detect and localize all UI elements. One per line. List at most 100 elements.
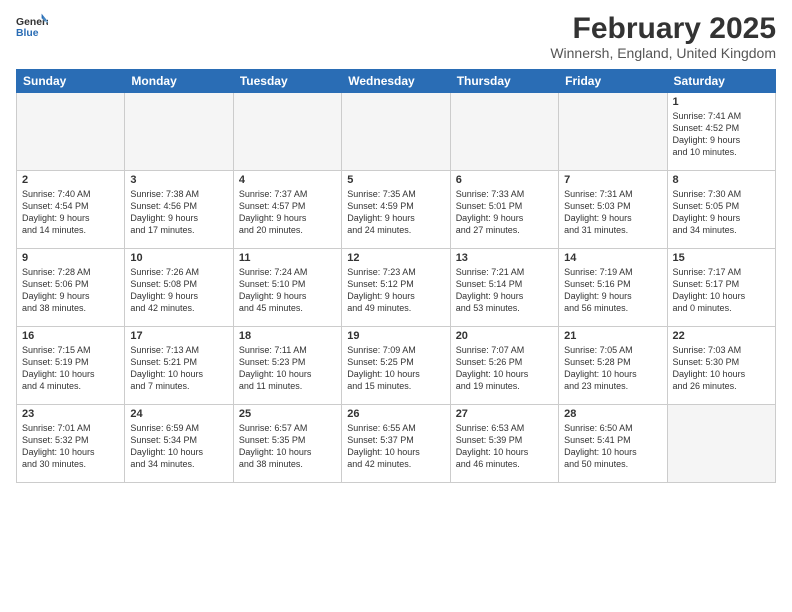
day-info: Sunrise: 7:11 AM Sunset: 5:23 PM Dayligh… [239,344,336,393]
calendar-week-2: 9 Sunrise: 7:28 AM Sunset: 5:06 PM Daylig… [17,249,776,327]
calendar-cell: 7 Sunrise: 7:31 AM Sunset: 5:03 PM Daylig… [559,171,667,249]
day-info: Sunrise: 6:50 AM Sunset: 5:41 PM Dayligh… [564,422,661,471]
day-info: Sunrise: 7:28 AM Sunset: 5:06 PM Dayligh… [22,266,119,315]
day-info: Sunrise: 7:09 AM Sunset: 5:25 PM Dayligh… [347,344,444,393]
col-sunday: Sunday [17,70,125,93]
day-number: 5 [347,174,444,186]
day-number: 10 [130,252,227,264]
day-info: Sunrise: 7:33 AM Sunset: 5:01 PM Dayligh… [456,188,553,237]
calendar-cell: 27Sunrise: 6:53 AM Sunset: 5:39 PM Dayli… [450,405,558,483]
calendar-cell: 5 Sunrise: 7:35 AM Sunset: 4:59 PM Daylig… [342,171,450,249]
calendar-cell [233,93,341,171]
day-number: 13 [456,252,553,264]
day-info: Sunrise: 7:31 AM Sunset: 5:03 PM Dayligh… [564,188,661,237]
day-info: Sunrise: 7:05 AM Sunset: 5:28 PM Dayligh… [564,344,661,393]
calendar-header-row: Sunday Monday Tuesday Wednesday Thursday… [17,70,776,93]
day-number: 7 [564,174,661,186]
day-info: Sunrise: 7:40 AM Sunset: 4:54 PM Dayligh… [22,188,119,237]
logo-icon: General Blue [16,12,48,40]
day-number: 22 [673,330,770,342]
logo: General Blue [16,12,48,40]
day-info: Sunrise: 7:21 AM Sunset: 5:14 PM Dayligh… [456,266,553,315]
day-number: 20 [456,330,553,342]
calendar-cell: 23 Sunrise: 7:01 AM Sunset: 5:32 PM Dayli… [17,405,125,483]
day-number: 27 [456,408,553,420]
day-number: 8 [673,174,770,186]
calendar-cell: 24 Sunrise: 6:59 AM Sunset: 5:34 PM Dayli… [125,405,233,483]
calendar-cell: 8 Sunrise: 7:30 AM Sunset: 5:05 PM Daylig… [667,171,775,249]
day-number: 25 [239,408,336,420]
calendar-cell: 3 Sunrise: 7:38 AM Sunset: 4:56 PM Daylig… [125,171,233,249]
calendar: Sunday Monday Tuesday Wednesday Thursday… [16,69,776,483]
day-info: Sunrise: 7:23 AM Sunset: 5:12 PM Dayligh… [347,266,444,315]
calendar-cell: 2 Sunrise: 7:40 AM Sunset: 4:54 PM Daylig… [17,171,125,249]
calendar-cell: 13 Sunrise: 7:21 AM Sunset: 5:14 PM Dayli… [450,249,558,327]
day-number: 12 [347,252,444,264]
day-number: 17 [130,330,227,342]
day-number: 4 [239,174,336,186]
day-number: 15 [673,252,770,264]
day-number: 2 [22,174,119,186]
day-info: Sunrise: 7:19 AM Sunset: 5:16 PM Dayligh… [564,266,661,315]
calendar-cell: 26 Sunrise: 6:55 AM Sunset: 5:37 PM Dayli… [342,405,450,483]
day-info: Sunrise: 7:35 AM Sunset: 4:59 PM Dayligh… [347,188,444,237]
title-block: February 2025 Winnersh, England, United … [550,12,776,61]
calendar-cell: 10 Sunrise: 7:26 AM Sunset: 5:08 PM Dayli… [125,249,233,327]
day-info: Sunrise: 6:55 AM Sunset: 5:37 PM Dayligh… [347,422,444,471]
calendar-cell: 25 Sunrise: 6:57 AM Sunset: 5:35 PM Dayli… [233,405,341,483]
calendar-cell: 15 Sunrise: 7:17 AM Sunset: 5:17 PM Dayli… [667,249,775,327]
day-number: 11 [239,252,336,264]
calendar-cell [559,93,667,171]
day-info: Sunrise: 7:07 AM Sunset: 5:26 PM Dayligh… [456,344,553,393]
day-number: 1 [673,96,770,108]
calendar-cell: 1 Sunrise: 7:41 AM Sunset: 4:52 PM Daylig… [667,93,775,171]
day-number: 18 [239,330,336,342]
day-info: Sunrise: 6:57 AM Sunset: 5:35 PM Dayligh… [239,422,336,471]
calendar-cell [667,405,775,483]
day-number: 9 [22,252,119,264]
calendar-cell: 12 Sunrise: 7:23 AM Sunset: 5:12 PM Dayli… [342,249,450,327]
day-info: Sunrise: 7:26 AM Sunset: 5:08 PM Dayligh… [130,266,227,315]
calendar-cell: 4 Sunrise: 7:37 AM Sunset: 4:57 PM Daylig… [233,171,341,249]
calendar-week-0: 1 Sunrise: 7:41 AM Sunset: 4:52 PM Daylig… [17,93,776,171]
col-wednesday: Wednesday [342,70,450,93]
day-number: 23 [22,408,119,420]
calendar-cell: 9 Sunrise: 7:28 AM Sunset: 5:06 PM Daylig… [17,249,125,327]
day-info: Sunrise: 7:41 AM Sunset: 4:52 PM Dayligh… [673,110,770,159]
svg-text:Blue: Blue [16,28,39,39]
day-number: 3 [130,174,227,186]
day-info: Sunrise: 7:01 AM Sunset: 5:32 PM Dayligh… [22,422,119,471]
day-info: Sunrise: 7:17 AM Sunset: 5:17 PM Dayligh… [673,266,770,315]
col-tuesday: Tuesday [233,70,341,93]
calendar-cell: 18 Sunrise: 7:11 AM Sunset: 5:23 PM Dayli… [233,327,341,405]
calendar-cell: 17 Sunrise: 7:13 AM Sunset: 5:21 PM Dayli… [125,327,233,405]
col-friday: Friday [559,70,667,93]
month-title: February 2025 [550,12,776,45]
day-info: Sunrise: 7:37 AM Sunset: 4:57 PM Dayligh… [239,188,336,237]
col-thursday: Thursday [450,70,558,93]
day-info: Sunrise: 6:59 AM Sunset: 5:34 PM Dayligh… [130,422,227,471]
calendar-cell: 20 Sunrise: 7:07 AM Sunset: 5:26 PM Dayli… [450,327,558,405]
calendar-cell: 28Sunrise: 6:50 AM Sunset: 5:41 PM Dayli… [559,405,667,483]
calendar-cell [342,93,450,171]
day-info: Sunrise: 7:30 AM Sunset: 5:05 PM Dayligh… [673,188,770,237]
day-info: Sunrise: 7:38 AM Sunset: 4:56 PM Dayligh… [130,188,227,237]
day-number: 6 [456,174,553,186]
day-number: 24 [130,408,227,420]
calendar-cell: 6 Sunrise: 7:33 AM Sunset: 5:01 PM Daylig… [450,171,558,249]
calendar-week-1: 2 Sunrise: 7:40 AM Sunset: 4:54 PM Daylig… [17,171,776,249]
col-saturday: Saturday [667,70,775,93]
calendar-week-3: 16 Sunrise: 7:15 AM Sunset: 5:19 PM Dayli… [17,327,776,405]
calendar-cell: 16 Sunrise: 7:15 AM Sunset: 5:19 PM Dayli… [17,327,125,405]
calendar-cell [17,93,125,171]
page: General Blue February 2025 Winnersh, Eng… [0,0,792,612]
header: General Blue February 2025 Winnersh, Eng… [16,12,776,61]
calendar-cell: 21Sunrise: 7:05 AM Sunset: 5:28 PM Dayli… [559,327,667,405]
day-number: 26 [347,408,444,420]
day-info: Sunrise: 7:13 AM Sunset: 5:21 PM Dayligh… [130,344,227,393]
day-info: Sunrise: 7:24 AM Sunset: 5:10 PM Dayligh… [239,266,336,315]
day-info: Sunrise: 7:15 AM Sunset: 5:19 PM Dayligh… [22,344,119,393]
calendar-cell: 19Sunrise: 7:09 AM Sunset: 5:25 PM Dayli… [342,327,450,405]
day-number: 16 [22,330,119,342]
calendar-cell [125,93,233,171]
